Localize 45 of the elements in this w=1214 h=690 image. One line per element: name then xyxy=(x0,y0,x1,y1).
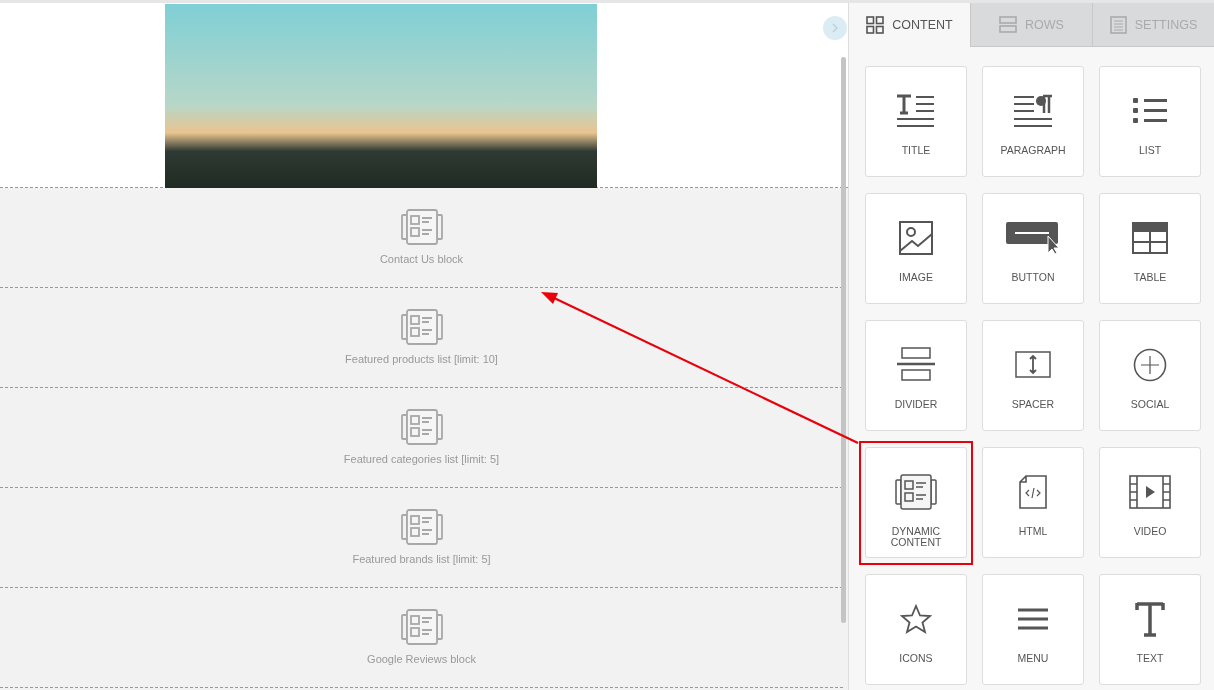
content-tile[interactable]: BUTTON xyxy=(982,193,1084,304)
content-tile[interactable]: TEXT xyxy=(1099,574,1201,685)
table-icon xyxy=(1132,222,1168,254)
scrollbar[interactable] xyxy=(841,57,846,623)
star-icon xyxy=(900,604,932,634)
content-tile[interactable]: PARAGRAPH xyxy=(982,66,1084,177)
grid-icon xyxy=(866,15,885,34)
title-icon xyxy=(896,94,936,128)
chevron-icon xyxy=(831,23,839,33)
code-file-icon xyxy=(1019,475,1047,509)
plus-circle-icon xyxy=(1133,348,1167,382)
content-tile[interactable]: ICONS xyxy=(865,574,967,685)
block-label: Featured products list [limit: 10] xyxy=(345,353,498,365)
content-tile[interactable]: IMAGE xyxy=(865,193,967,304)
content-tile[interactable]: TABLE xyxy=(1099,193,1201,304)
content-tile[interactable]: TITLE xyxy=(865,66,967,177)
content-tile[interactable]: DIVIDER xyxy=(865,320,967,431)
content-tile[interactable]: LIST xyxy=(1099,66,1201,177)
divider-icon xyxy=(896,347,936,383)
dynamic-content-icon xyxy=(399,508,444,546)
block-label: Featured categories list [limit: 5] xyxy=(343,453,500,465)
list-icon xyxy=(1132,97,1168,125)
button-cursor-icon xyxy=(1005,221,1061,255)
paragraph-icon xyxy=(1013,94,1053,128)
dynamic-content-icon xyxy=(399,608,444,646)
content-tile[interactable]: SPACER xyxy=(982,320,1084,431)
content-tile[interactable]: DYNAMIC CONTENT xyxy=(865,447,967,558)
image-icon xyxy=(899,221,933,255)
dynamic-content-icon xyxy=(399,208,444,246)
dynamic-content-icon xyxy=(894,473,938,511)
content-tile[interactable]: SOCIAL xyxy=(1099,320,1201,431)
rows-icon xyxy=(999,16,1018,33)
block-label: Google Reviews block xyxy=(367,653,476,665)
menu-icon xyxy=(1017,607,1049,631)
document-icon xyxy=(1109,15,1127,34)
content-tile[interactable]: HTML xyxy=(982,447,1084,558)
text-t-icon xyxy=(1135,601,1165,637)
video-film-icon xyxy=(1129,475,1171,509)
block-label: Contact Us block xyxy=(379,253,464,265)
dynamic-content-icon xyxy=(399,408,444,446)
content-tile[interactable]: MENU xyxy=(982,574,1084,685)
spacer-icon xyxy=(1015,351,1051,379)
block-label: Featured brands list [limit: 5] xyxy=(352,553,491,565)
content-tile[interactable]: VIDEO xyxy=(1099,447,1201,558)
dynamic-content-icon xyxy=(399,308,444,346)
